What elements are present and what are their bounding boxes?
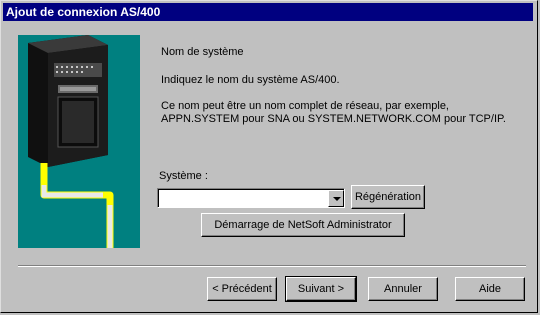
server-cable-icon	[28, 35, 114, 248]
previous-button[interactable]: < Précédent	[207, 277, 277, 301]
description-line-2: APPN.SYSTEM pour SNA ou SYSTEM.NETWORK.C…	[161, 113, 506, 125]
instruction-text: Indiquez le nom du système AS/400.	[161, 74, 340, 86]
help-button[interactable]: Aide	[455, 277, 525, 301]
window-title: Ajout de connexion AS/400	[6, 5, 161, 19]
heading-text: Nom de système	[161, 46, 244, 58]
system-combobox[interactable]	[157, 188, 345, 208]
dropdown-arrow-icon[interactable]	[328, 190, 344, 207]
description-line-1: Ce nom peut être un nom complet de résea…	[161, 100, 449, 112]
as400-illustration	[18, 35, 140, 248]
system-label: Système :	[159, 170, 208, 182]
next-button[interactable]: Suivant >	[285, 276, 357, 302]
cancel-button[interactable]: Annuler	[368, 277, 438, 301]
title-bar: Ajout de connexion AS/400	[3, 3, 533, 21]
separator	[18, 265, 526, 267]
dialog-window: Ajout de connexion AS/400 Nom de système…	[0, 0, 538, 313]
start-netsoft-button[interactable]: Démarrage de NetSoft Administrator	[201, 213, 405, 237]
regenerate-button[interactable]: Régénération	[351, 185, 425, 209]
